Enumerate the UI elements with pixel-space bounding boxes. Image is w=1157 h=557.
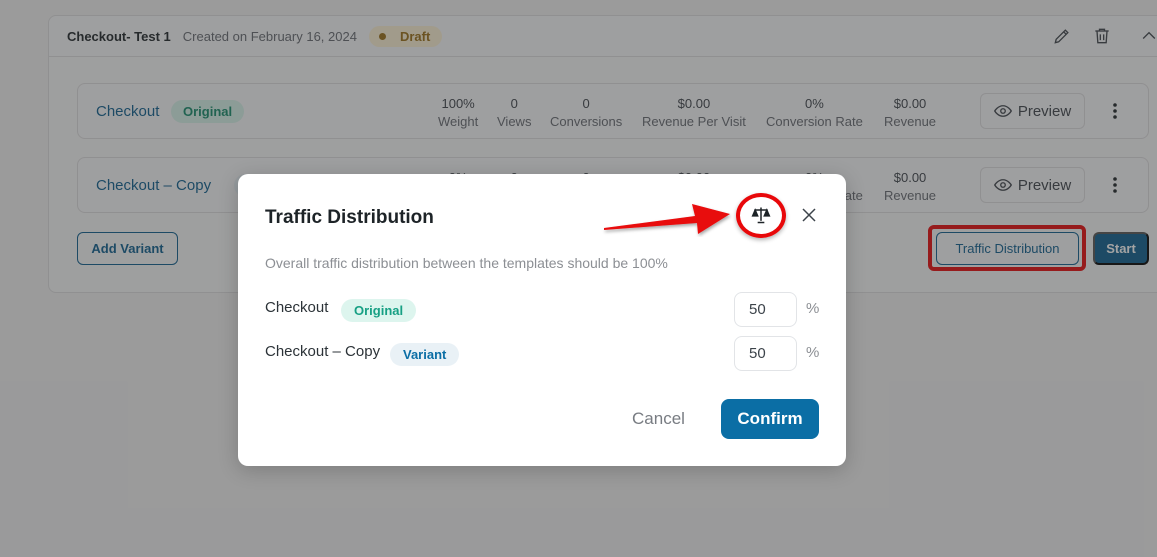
template-name: Checkout (265, 299, 329, 316)
traffic-distribution-modal: Traffic Distribution Overall traffic dis… (238, 174, 846, 466)
template-name: Checkout – Copy (265, 343, 381, 360)
annotation-arrow-icon (604, 204, 730, 234)
percent-unit: % (806, 344, 820, 361)
variant-tag: Variant (390, 343, 460, 366)
distribution-row: Checkout Original % (265, 292, 825, 328)
weight-input[interactable] (734, 292, 797, 327)
cancel-button[interactable]: Cancel (621, 399, 696, 439)
distribution-row: Checkout – Copy Variant % (265, 336, 825, 372)
modal-description: Overall traffic distribution between the… (265, 255, 668, 271)
percent-unit: % (806, 300, 820, 317)
modal-title: Traffic Distribution (265, 207, 434, 228)
original-tag: Original (341, 299, 417, 322)
weight-input[interactable] (734, 336, 797, 371)
close-icon[interactable] (801, 207, 817, 223)
annotation-highlight-circle (736, 193, 786, 238)
confirm-button[interactable]: Confirm (721, 399, 819, 439)
